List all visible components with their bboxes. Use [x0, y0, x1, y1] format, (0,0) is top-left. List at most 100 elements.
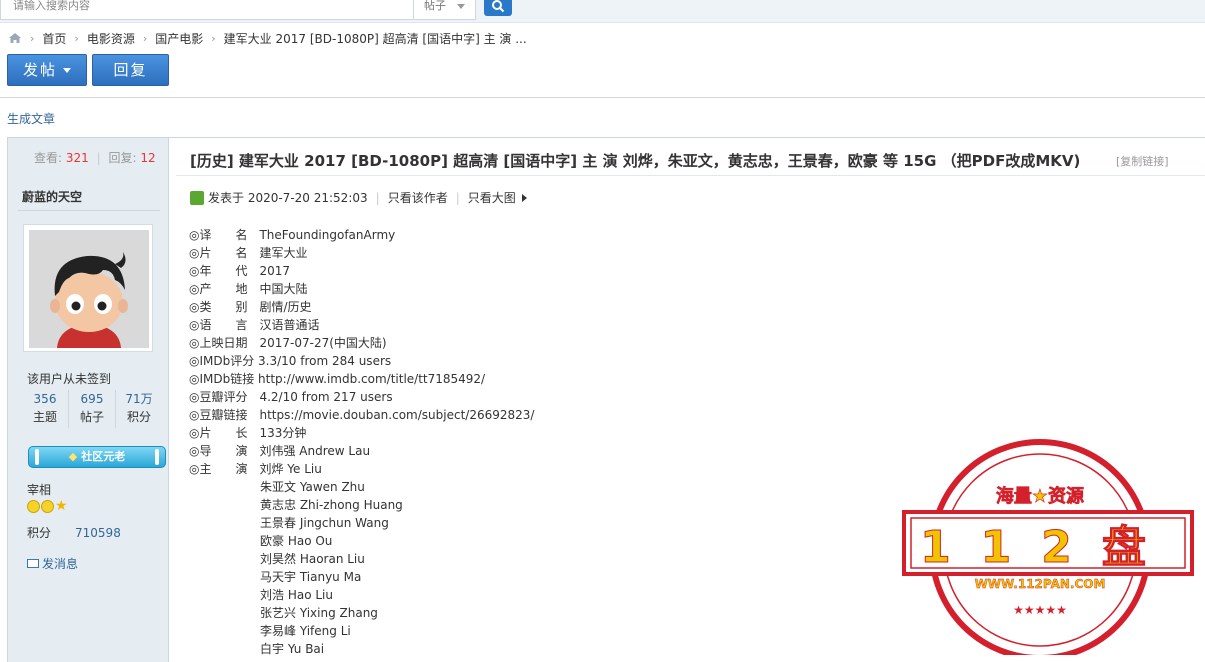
medal-label: 社区元老 — [81, 450, 126, 463]
new-post-label: 发帖 — [22, 61, 57, 79]
info-row: ◎IMDb链接 http://www.imdb.com/title/tt7185… — [189, 372, 486, 386]
info-row: ◎类 别 剧情/历史 — [189, 300, 312, 314]
user-stat-value: 71万 — [125, 392, 153, 406]
info-row: ◎上映日期 2017-07-27(中国大陆) — [189, 336, 387, 350]
info-row: ◎语 言 汉语普通话 — [189, 318, 320, 332]
cast-row: 朱亚文 Yawen Zhu — [260, 480, 365, 494]
search-button[interactable] — [484, 0, 512, 16]
medal-badge[interactable]: ◆ 社区元老 — [28, 446, 166, 468]
info-row: ◎IMDb评分 3.3/10 from 284 users — [189, 354, 392, 368]
play-icon[interactable] — [521, 193, 527, 202]
cast-row: 欧豪 Hao Ou — [260, 534, 333, 548]
user-stat-value: 356 — [33, 392, 57, 406]
cast-row: 白宇 Yu Bai — [260, 642, 325, 656]
breadcrumb-home[interactable]: 首页 — [42, 30, 66, 47]
replies-label: 回复: — [108, 151, 137, 165]
info-row: ◎产 地 中国大陆 — [189, 282, 308, 296]
user-stat-posts[interactable]: 695 帖子 — [69, 390, 116, 428]
smiley-icon — [41, 500, 54, 513]
medal-pin-icon — [155, 449, 159, 465]
watermark-stars-icon: ★★★★★ — [1013, 603, 1067, 617]
signin-status: 该用户从未签到 — [27, 372, 112, 386]
user-stat-value: 695 — [80, 392, 104, 406]
info-row: ◎年 代 2017 — [189, 264, 291, 278]
chevron-down-icon — [457, 4, 465, 9]
cast-row: 黄志忠 Zhi-zhong Huang — [260, 498, 403, 512]
generate-article-link[interactable]: 生成文章 — [7, 110, 55, 127]
post-title: [历史] 建军大业 2017 [BD-1080P] 超高清 [国语中字] 主 演… — [190, 152, 1081, 170]
info-row: ◎导 演 刘伟强 Andrew Lau — [189, 444, 371, 458]
info-row: ◎豆瓣评分 4.2/10 from 217 users — [189, 390, 393, 404]
only-author-link[interactable]: 只看该作者 — [388, 189, 448, 206]
mail-icon — [27, 559, 39, 568]
breadcrumb: › 首页 › 电影资源 › 国产电影 › 建军大业 2017 [BD-1080P… — [8, 30, 527, 46]
divider — [0, 97, 1205, 98]
user-stats: 356 主题 695 帖子 71万 积分 — [22, 390, 162, 428]
cast-row: 马天宇 Tianyu Ma — [260, 570, 362, 584]
breadcrumb-movie-resources[interactable]: 电影资源 — [87, 30, 135, 47]
cast-row: 张艺兴 Yixing Zhang — [260, 606, 378, 620]
new-post-button[interactable]: 发帖 — [7, 54, 87, 86]
watermark-stamp: 海量★资源 112盘 WWW.112PAN.COM ★★★★★ — [902, 439, 1194, 655]
watermark-url-text: WWW.112PAN.COM — [975, 577, 1106, 591]
breadcrumb-current-thread[interactable]: 建军大业 2017 [BD-1080P] 超高清 [国语中字] 主 演 ... — [224, 30, 527, 47]
big-image-link[interactable]: 只看大图 — [468, 189, 516, 206]
breadcrumb-domestic-movies[interactable]: 国产电影 — [155, 30, 203, 47]
star-icon: ★ — [55, 498, 68, 514]
info-row: ◎豆瓣链接 https://movie.douban.com/subject/2… — [189, 408, 535, 422]
cast-row: 刘昊然 Haoran Liu — [260, 552, 365, 566]
divider — [176, 175, 1205, 176]
info-row: ◎主 演 刘烨 Ye Liu — [189, 462, 322, 476]
rank-stars: ★ — [27, 498, 68, 514]
author-name[interactable]: 蔚蓝的天空 — [22, 188, 82, 205]
diamond-icon: ◆ — [68, 450, 78, 463]
cast-row: 王景春 Jingchun Wang — [260, 516, 389, 530]
user-stat-label: 积分 — [126, 410, 151, 424]
watermark-top-text: 海量★资源 — [996, 485, 1084, 507]
watermark-main-text: 112盘 — [920, 522, 1176, 573]
user-stat-label: 主题 — [32, 410, 57, 424]
replies-count: 12 — [140, 151, 156, 165]
user-points: 积分 710598 — [27, 524, 121, 541]
search-input[interactable]: 请输入搜索内容 — [0, 0, 414, 20]
chevron-right-icon: › — [74, 31, 79, 45]
views-count: 321 — [65, 151, 89, 165]
points-label: 积分 — [27, 526, 52, 540]
chevron-down-icon — [63, 68, 71, 73]
thread-stats: 查看: 321 | 回复: 12 — [34, 149, 156, 166]
chevron-right-icon: › — [211, 31, 216, 45]
post-meta: 发表于 2020-7-20 21:52:03 | 只看该作者 | 只看大图 — [190, 189, 527, 206]
info-row: ◎片 长 133分钟 — [189, 426, 307, 440]
meta-separator: | — [455, 190, 460, 205]
copy-link[interactable]: [复制链接] — [1116, 153, 1169, 169]
search-type-label: 帖子 — [424, 0, 446, 12]
user-stat-topics[interactable]: 356 主题 — [22, 390, 69, 428]
search-icon — [492, 0, 505, 13]
home-icon[interactable] — [8, 32, 22, 44]
medal-pin-icon — [35, 449, 39, 465]
info-row: ◎片 名 建军大业 — [189, 246, 308, 260]
author-sidebar: 查看: 321 | 回复: 12 蔚蓝的天空 该用户从未签到 356 主题 69… — [8, 138, 169, 662]
user-stat-label: 帖子 — [79, 410, 104, 424]
top-search-bar: 请输入搜索内容 帖子 — [0, 0, 1205, 23]
stats-separator: | — [96, 151, 101, 165]
cast-row: 刘浩 Hao Liu — [260, 588, 333, 602]
send-message-link[interactable]: 发消息 — [27, 555, 78, 572]
online-status-icon — [190, 190, 204, 205]
movie-info: ◎译 名 TheFoundingofanArmy ◎片 名 建军大业 ◎年 代 … — [189, 226, 534, 658]
chevron-right-icon: › — [142, 31, 148, 45]
user-rank: 宰相 — [27, 483, 52, 497]
posted-at: 发表于 2020-7-20 21:52:03 — [208, 191, 368, 205]
cast-row: 李易峰 Yifeng Li — [260, 624, 351, 638]
info-row: ◎译 名 TheFoundingofanArmy — [189, 228, 396, 242]
send-message-label: 发消息 — [42, 557, 79, 571]
search-type-select[interactable]: 帖子 — [414, 0, 476, 20]
smiley-icon — [27, 500, 40, 513]
cartoon-boy-avatar — [29, 230, 149, 348]
avatar-frame — [23, 224, 153, 352]
reply-button[interactable]: 回复 — [92, 54, 169, 86]
points-value: 710598 — [75, 526, 121, 540]
meta-separator: | — [375, 190, 380, 205]
user-stat-points[interactable]: 71万 积分 — [116, 390, 162, 428]
avatar[interactable] — [29, 230, 149, 348]
